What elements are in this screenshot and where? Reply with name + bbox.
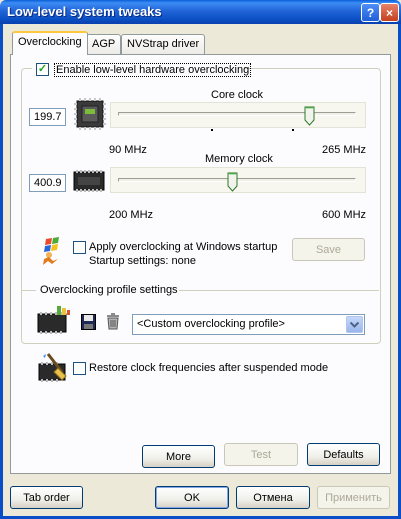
apply-at-startup-checkbox[interactable] (73, 241, 86, 254)
trash-icon[interactable] (106, 313, 120, 330)
memory-clock-label: Memory clock (205, 153, 273, 165)
tab-order-button[interactable]: Tab order (10, 486, 83, 509)
core-clock-max-label: 265 MHz (322, 144, 367, 156)
help-button[interactable]: ? (361, 3, 380, 22)
title-bar: Low-level system tweaks ? × (0, 0, 401, 24)
chevron-down-icon[interactable] (346, 316, 363, 333)
close-button[interactable]: × (380, 3, 399, 22)
profile-memory-icon (37, 306, 71, 336)
apply-at-startup-label[interactable]: Apply overclocking at Windows startup (89, 241, 277, 253)
window-frame-left (0, 24, 3, 519)
ok-button[interactable]: OK (155, 486, 229, 509)
cancel-button[interactable]: Отмена (236, 486, 310, 509)
test-button[interactable]: Test (224, 443, 298, 466)
core-clock-slider-track[interactable] (118, 112, 356, 116)
restore-clocks-checkbox[interactable] (73, 362, 86, 375)
startup-settings-text: Startup settings: none (89, 255, 197, 267)
window-title: Low-level system tweaks (7, 4, 162, 19)
tab-nvstrap-driver[interactable]: NVStrap driver (121, 34, 206, 54)
defaults-button[interactable]: Defaults (307, 443, 380, 466)
core-clock-slider-thumb[interactable] (304, 106, 315, 126)
floppy-disk-icon[interactable] (81, 314, 96, 330)
memory-clock-min-label: 200 MHz (109, 209, 154, 221)
restore-memory-broom-icon (38, 352, 68, 382)
restore-clocks-label[interactable]: Restore clock frequencies after suspende… (89, 362, 328, 374)
memory-clock-max-label: 600 MHz (322, 209, 367, 221)
apply-button[interactable]: Применить (317, 486, 390, 509)
tab-overclocking[interactable]: Overclocking (12, 31, 88, 55)
tab-agp[interactable]: AGP (86, 34, 122, 54)
more-button[interactable]: More (142, 445, 215, 468)
memory-clock-value[interactable]: 400.9 (29, 174, 66, 192)
gpu-chip-icon (74, 98, 106, 130)
core-clock-min-label: 90 MHz (109, 144, 147, 156)
memory-module-icon (73, 170, 105, 192)
memory-clock-slider-thumb[interactable] (227, 172, 238, 192)
core-clock-label: Core clock (211, 89, 263, 101)
profile-selected-value: <Custom overclocking profile> (137, 318, 285, 330)
windows-startup-icon (38, 237, 66, 267)
save-button[interactable]: Save (292, 238, 365, 261)
enable-overclocking-label[interactable]: Enable low-level hardware overclocking (54, 63, 252, 77)
profile-section-label: Overclocking profile settings (40, 284, 178, 296)
core-clock-value[interactable]: 199.7 (29, 108, 66, 126)
profile-select[interactable]: <Custom overclocking profile> (132, 314, 365, 335)
enable-overclocking-checkbox[interactable]: ✓ (36, 63, 49, 76)
